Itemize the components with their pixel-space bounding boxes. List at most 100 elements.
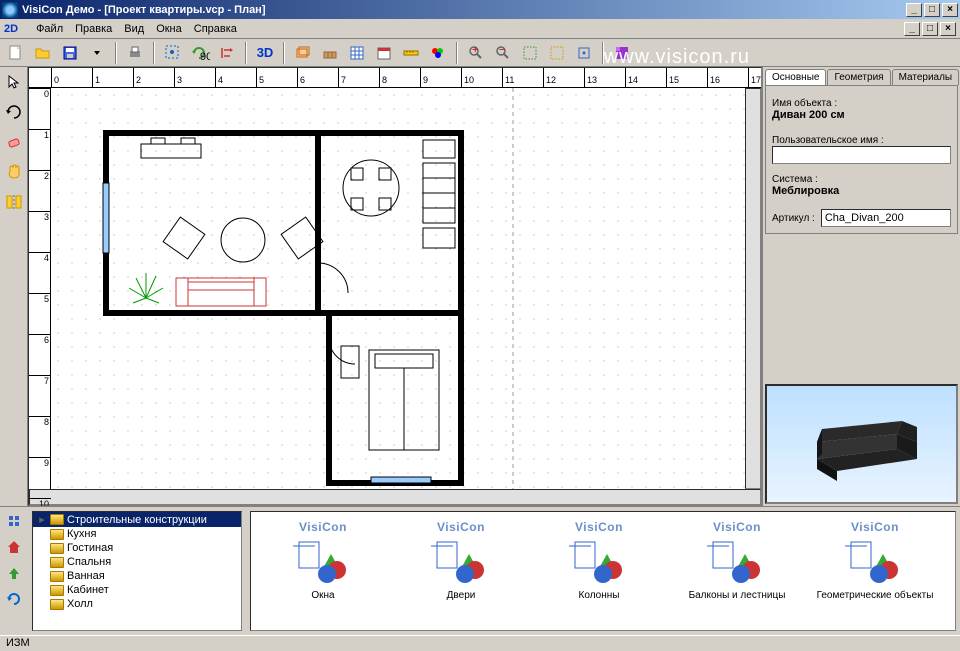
vruler-tick: 8 [29, 416, 51, 427]
library-item[interactable]: VisiConГеометрические объекты [815, 520, 935, 622]
library-item-thumb [569, 536, 629, 586]
mode-3d-button[interactable]: 3D [253, 41, 277, 65]
menu-view[interactable]: Вид [124, 23, 144, 35]
folder-icon [50, 599, 64, 610]
hruler-tick: 17 [748, 68, 761, 88]
tree-node-label: Спальня [67, 556, 111, 568]
close-button[interactable]: × [942, 3, 958, 17]
tree-node[interactable]: Гостиная [33, 541, 241, 555]
library-item-logo: VisiCon [677, 520, 797, 534]
library-item[interactable]: VisiCon Балконы и лестницы [677, 520, 797, 622]
zoom-out-icon[interactable]: − [491, 41, 515, 65]
select-tool-icon[interactable] [161, 41, 185, 65]
tab-materials[interactable]: Материалы [892, 69, 960, 85]
open-file-icon[interactable] [31, 41, 55, 65]
vruler-tick: 5 [29, 293, 51, 304]
tree-node[interactable]: ▸Строительные конструкции [33, 512, 241, 527]
library-tree[interactable]: ▸Строительные конструкцииКухня Гостиная Сп… [32, 511, 242, 631]
tree-node[interactable]: Кухня [33, 527, 241, 541]
lib-home-icon[interactable] [6, 539, 22, 555]
save-icon[interactable] [58, 41, 82, 65]
library-item-thumb [707, 536, 767, 586]
rotate-tool-icon[interactable] [3, 101, 25, 123]
svg-text:−: − [499, 45, 505, 56]
vertical-ruler: 012345678910 [29, 88, 51, 489]
tree-node-label: Кухня [67, 528, 96, 540]
tab-main[interactable]: Основные [765, 69, 826, 85]
library-item[interactable]: VisiConКолонны [539, 520, 659, 622]
hruler-tick: 11 [502, 68, 514, 88]
horizontal-scrollbar[interactable] [29, 489, 761, 505]
vruler-tick: 7 [29, 375, 51, 386]
tree-node-label: Гостиная [67, 542, 113, 554]
library-item[interactable]: VisiConДвери [401, 520, 521, 622]
library-item-label: Балконы и лестницы [677, 590, 797, 602]
vruler-tick: 9 [29, 457, 51, 468]
child-close-button[interactable]: × [940, 22, 956, 36]
svg-text:90: 90 [200, 51, 210, 62]
library-item-label: Геометрические объекты [815, 590, 935, 602]
maximize-button[interactable]: □ [924, 3, 940, 17]
minimize-button[interactable]: _ [906, 3, 922, 17]
color-icon[interactable] [426, 41, 450, 65]
hruler-tick: 6 [297, 68, 305, 88]
snap-icon[interactable] [572, 41, 596, 65]
vruler-tick: 6 [29, 334, 51, 345]
hruler-tick: 16 [707, 68, 720, 88]
horizontal-ruler: 01234567891011121314151617 [29, 68, 761, 88]
print-icon[interactable] [123, 41, 147, 65]
wall-icon[interactable] [318, 41, 342, 65]
mirror-tool-icon[interactable] [3, 191, 25, 213]
menu-windows[interactable]: Окна [156, 23, 182, 35]
drawing-canvas[interactable] [51, 88, 745, 489]
menu-edit[interactable]: Правка [75, 23, 112, 35]
vruler-tick: 1 [29, 129, 51, 140]
mode-2d-label[interactable]: 2D [4, 23, 18, 35]
menu-file[interactable]: Файл [36, 23, 63, 35]
pointer-tool-icon[interactable] [3, 71, 25, 93]
menu-help[interactable]: Справка [194, 23, 237, 35]
app-icon [2, 2, 18, 18]
vertical-scrollbar[interactable] [745, 88, 761, 489]
lib-nav-icon[interactable] [6, 513, 22, 529]
save-dropdown-icon[interactable] [85, 41, 109, 65]
rotate-90-icon[interactable]: 90 [188, 41, 212, 65]
tree-node-label: Кабинет [67, 584, 109, 596]
measure-icon[interactable] [399, 41, 423, 65]
workspace: 01234567891011121314151617 012345678910 [0, 67, 960, 506]
hruler-tick: 8 [379, 68, 387, 88]
lib-up-icon[interactable] [6, 565, 22, 581]
child-maximize-button[interactable]: □ [922, 22, 938, 36]
folder-icon [50, 571, 64, 582]
status-mode: ИЗМ [6, 637, 30, 649]
library-item[interactable]: VisiConОкна [263, 520, 383, 622]
canvas-area: 01234567891011121314151617 012345678910 [28, 67, 762, 506]
vruler-tick: 3 [29, 211, 51, 222]
tree-node[interactable]: Спальня [33, 555, 241, 569]
watermark-url: www.visicon.ru [604, 46, 750, 69]
hruler-tick: 12 [543, 68, 556, 88]
grid-icon[interactable] [345, 41, 369, 65]
hruler-tick: 2 [133, 68, 141, 88]
child-minimize-button[interactable]: _ [904, 22, 920, 36]
new-file-icon[interactable] [4, 41, 28, 65]
zoom-selection-icon[interactable] [545, 41, 569, 65]
tree-node[interactable]: Ванная [33, 569, 241, 583]
calendar-icon[interactable] [372, 41, 396, 65]
tab-geometry[interactable]: Геометрия [827, 69, 890, 85]
hruler-tick: 1 [92, 68, 100, 88]
flip-icon[interactable] [215, 41, 239, 65]
hruler-tick: 13 [584, 68, 597, 88]
tree-node[interactable]: Кабинет [33, 583, 241, 597]
hruler-tick: 9 [420, 68, 428, 88]
layer-icon[interactable] [291, 41, 315, 65]
zoom-fit-icon[interactable] [518, 41, 542, 65]
sku-field[interactable] [821, 209, 951, 227]
hand-tool-icon[interactable] [3, 161, 25, 183]
user-name-field[interactable] [772, 146, 951, 164]
tree-node[interactable]: Холл [33, 597, 241, 611]
folder-icon [50, 529, 64, 540]
lib-refresh-icon[interactable] [6, 591, 22, 607]
zoom-in-icon[interactable]: + [464, 41, 488, 65]
eraser-tool-icon[interactable] [3, 131, 25, 153]
